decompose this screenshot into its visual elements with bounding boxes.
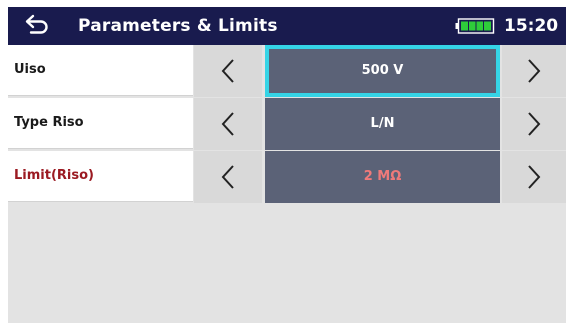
uiso-value[interactable]: 500 V xyxy=(265,45,500,97)
increase-limit-riso-button[interactable] xyxy=(502,151,566,203)
parameter-label: Limit(Riso) xyxy=(8,151,193,202)
back-arrow-icon[interactable] xyxy=(24,13,50,37)
chevron-right-icon xyxy=(528,59,541,83)
parameter-label: Type Riso xyxy=(8,98,193,149)
type-riso-value[interactable]: L/N xyxy=(265,98,500,150)
decrease-uiso-button[interactable] xyxy=(194,45,262,97)
chevron-right-icon xyxy=(528,112,541,136)
increase-uiso-button[interactable] xyxy=(502,45,566,97)
battery-icon xyxy=(455,18,495,34)
instrument-screen: Parameters & Limits 15:20 Uiso 500 V Typ… xyxy=(8,7,566,323)
clock: 15:20 xyxy=(504,16,559,36)
chevron-left-icon xyxy=(221,165,234,189)
title-bar: Parameters & Limits 15:20 xyxy=(8,7,566,45)
chevron-right-icon xyxy=(528,165,541,189)
page-title: Parameters & Limits xyxy=(78,16,278,36)
decrease-type-riso-button[interactable] xyxy=(194,98,262,150)
increase-type-riso-button[interactable] xyxy=(502,98,566,150)
chevron-left-icon xyxy=(221,112,234,136)
chevron-left-icon xyxy=(221,59,234,83)
parameter-row-limit-riso: Limit(Riso) 2 MΩ xyxy=(8,151,566,203)
limit-riso-value[interactable]: 2 MΩ xyxy=(265,151,500,203)
decrease-limit-riso-button[interactable] xyxy=(194,151,262,203)
parameter-label: Uiso xyxy=(8,45,193,96)
parameter-row-type-riso: Type Riso L/N xyxy=(8,98,566,150)
parameter-row-uiso: Uiso 500 V xyxy=(8,45,566,97)
